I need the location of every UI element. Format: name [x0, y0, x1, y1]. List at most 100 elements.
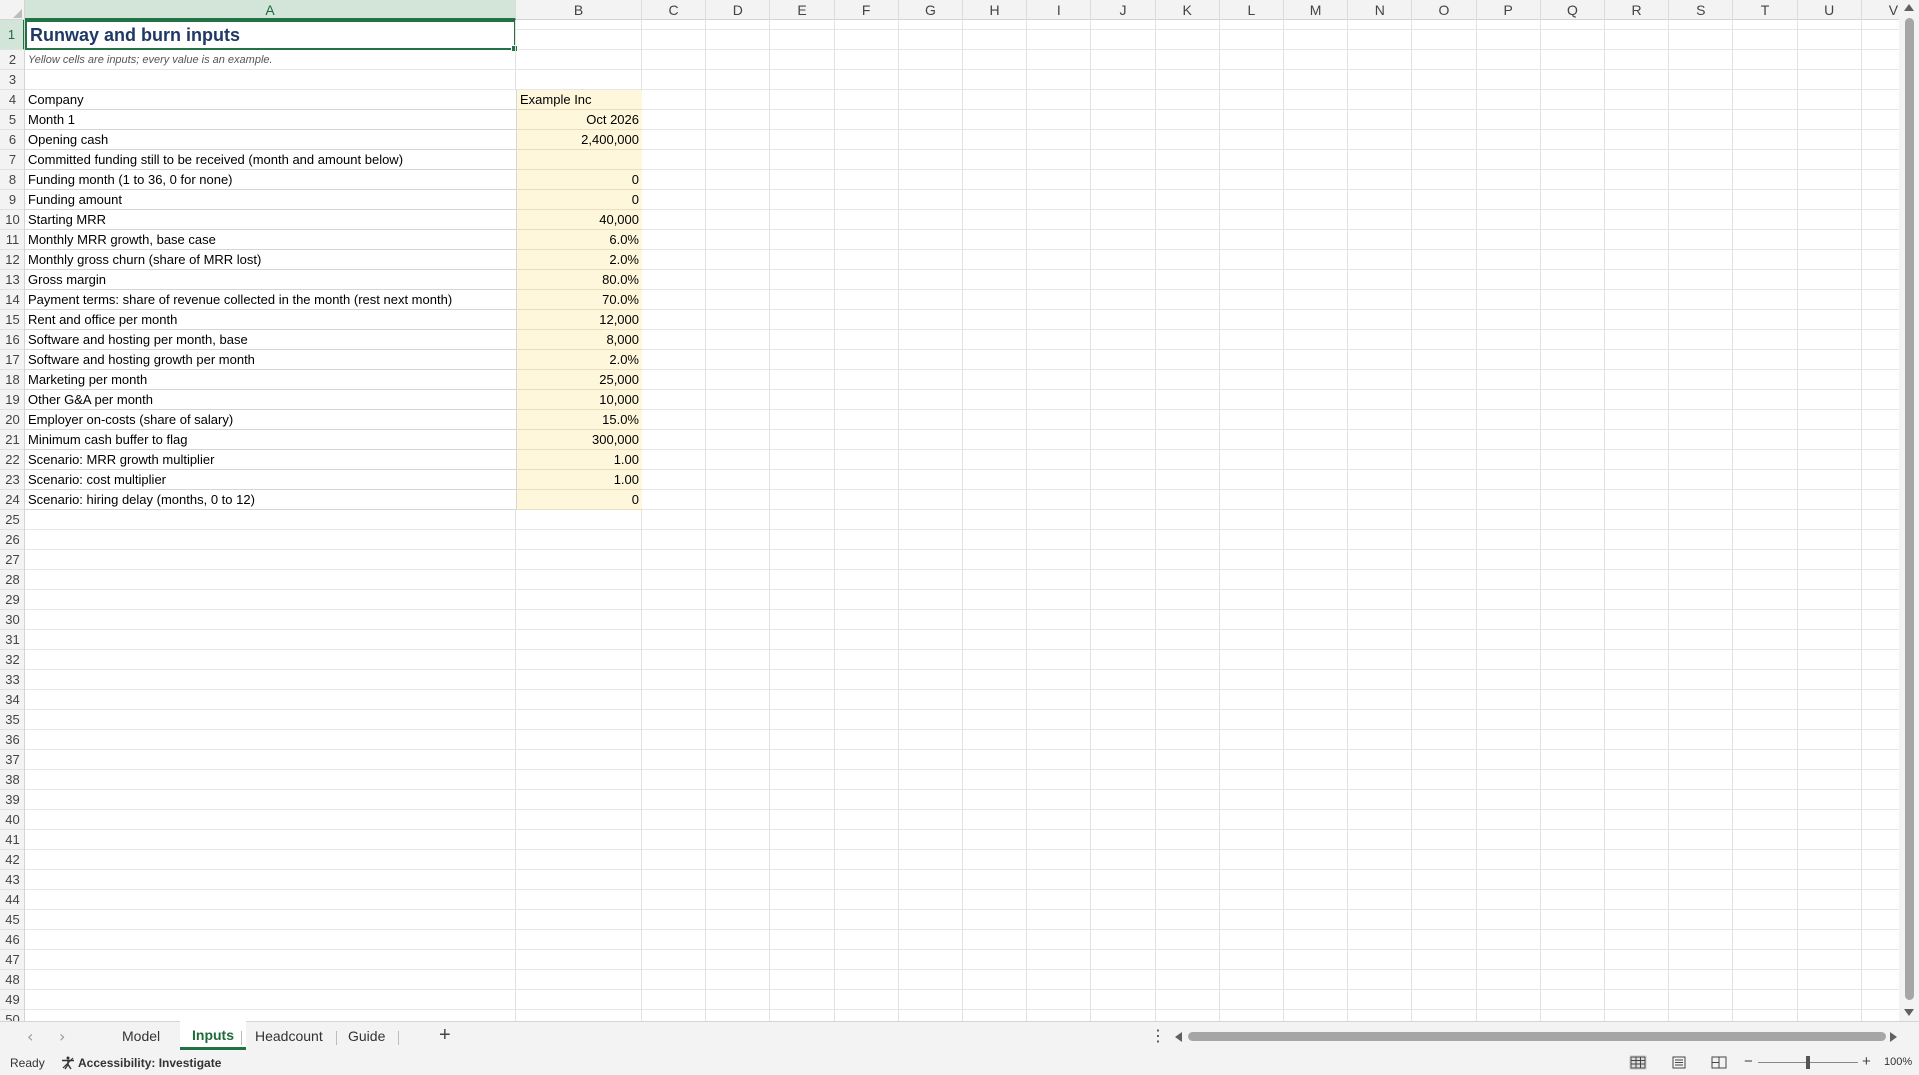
input-value-cell[interactable]: 0: [516, 190, 642, 210]
sheet-title-cell[interactable]: Runway and burn inputs: [25, 20, 518, 52]
column-header-p[interactable]: P: [1477, 0, 1541, 20]
row-header-9[interactable]: 9: [0, 190, 24, 210]
input-value-cell[interactable]: 10,000: [516, 390, 642, 410]
column-header-g[interactable]: G: [899, 0, 963, 20]
input-label-cell[interactable]: Opening cash: [25, 130, 516, 150]
add-sheet-icon[interactable]: +: [439, 1024, 451, 1047]
input-label-cell[interactable]: Monthly MRR growth, base case: [25, 230, 516, 250]
input-value-cell[interactable]: 1.00: [516, 450, 642, 470]
input-value-cell[interactable]: 15.0%: [516, 410, 642, 430]
input-value-cell[interactable]: 12,000: [516, 310, 642, 330]
normal-view-button[interactable]: [1629, 1055, 1647, 1070]
column-header-j[interactable]: J: [1091, 0, 1156, 20]
input-label-cell[interactable]: Rent and office per month: [25, 310, 516, 330]
column-header-a[interactable]: A: [25, 0, 516, 20]
row-header-6[interactable]: 6: [0, 130, 24, 150]
column-header-e[interactable]: E: [770, 0, 835, 20]
zoom-slider[interactable]: [1758, 1056, 1858, 1069]
horizontal-scroll-thumb[interactable]: [1188, 1032, 1886, 1041]
zoom-in-button[interactable]: +: [1862, 1053, 1871, 1070]
scroll-down-arrow-icon[interactable]: [1904, 1009, 1914, 1016]
input-label-cell[interactable]: Minimum cash buffer to flag: [25, 430, 516, 450]
input-value-cell[interactable]: 2,400,000: [516, 130, 642, 150]
input-value-cell[interactable]: 0: [516, 170, 642, 190]
vertical-scroll-thumb[interactable]: [1905, 18, 1914, 1000]
column-header-f[interactable]: F: [835, 0, 899, 20]
column-header-o[interactable]: O: [1412, 0, 1477, 20]
row-header-39[interactable]: 39: [0, 790, 24, 810]
input-label-cell[interactable]: Monthly gross churn (share of MRR lost): [25, 250, 516, 270]
row-header-33[interactable]: 33: [0, 670, 24, 690]
page-break-view-button[interactable]: [1710, 1055, 1728, 1070]
row-header-37[interactable]: 37: [0, 750, 24, 770]
input-label-cell[interactable]: Payment terms: share of revenue collecte…: [25, 290, 516, 310]
row-header-26[interactable]: 26: [0, 530, 24, 550]
column-header-k[interactable]: K: [1156, 0, 1220, 20]
accessibility-checker[interactable]: Accessibility: Investigate: [61, 1056, 221, 1070]
input-value-cell[interactable]: 70.0%: [516, 290, 642, 310]
input-label-cell[interactable]: Funding month (1 to 36, 0 for none): [25, 170, 516, 190]
vertical-scrollbar[interactable]: [1899, 0, 1919, 1021]
row-header-36[interactable]: 36: [0, 730, 24, 750]
row-header-16[interactable]: 16: [0, 330, 24, 350]
more-options-icon[interactable]: ⋮: [1150, 1026, 1166, 1046]
scroll-left-arrow-icon[interactable]: [1175, 1032, 1182, 1042]
row-header-14[interactable]: 14: [0, 290, 24, 310]
input-label-cell[interactable]: Starting MRR: [25, 210, 516, 230]
input-value-cell[interactable]: 300,000: [516, 430, 642, 450]
row-header-17[interactable]: 17: [0, 350, 24, 370]
row-header-27[interactable]: 27: [0, 550, 24, 570]
page-layout-view-button[interactable]: [1670, 1055, 1688, 1070]
column-header-d[interactable]: D: [706, 0, 771, 20]
row-header-11[interactable]: 11: [0, 230, 24, 250]
column-header-m[interactable]: M: [1284, 0, 1349, 20]
row-header-1[interactable]: 1: [0, 20, 24, 50]
scroll-up-arrow-icon[interactable]: [1904, 4, 1914, 11]
row-header-2[interactable]: 2: [0, 50, 24, 70]
row-header-12[interactable]: 12: [0, 250, 24, 270]
row-header-29[interactable]: 29: [0, 590, 24, 610]
input-value-cell[interactable]: [516, 150, 642, 170]
column-header-u[interactable]: U: [1798, 0, 1862, 20]
row-header-42[interactable]: 42: [0, 850, 24, 870]
column-header-t[interactable]: T: [1733, 0, 1798, 20]
column-header-h[interactable]: H: [963, 0, 1028, 20]
row-header-48[interactable]: 48: [0, 970, 24, 990]
input-label-cell[interactable]: Company: [25, 90, 516, 110]
input-label-cell[interactable]: Committed funding still to be received (…: [25, 150, 516, 170]
horizontal-scrollbar[interactable]: [1172, 1028, 1902, 1046]
row-header-24[interactable]: 24: [0, 490, 24, 510]
row-header-15[interactable]: 15: [0, 310, 24, 330]
row-header-41[interactable]: 41: [0, 830, 24, 850]
row-header-43[interactable]: 43: [0, 870, 24, 890]
row-header-13[interactable]: 13: [0, 270, 24, 290]
row-header-3[interactable]: 3: [0, 70, 24, 90]
input-label-cell[interactable]: Employer on-costs (share of salary): [25, 410, 516, 430]
tab-guide[interactable]: Guide: [336, 1022, 397, 1051]
input-value-cell[interactable]: 25,000: [516, 370, 642, 390]
cell-grid[interactable]: Runway and burn inputs Yellow cells are …: [25, 20, 1899, 1021]
input-value-cell[interactable]: 2.0%: [516, 250, 642, 270]
column-header-r[interactable]: R: [1605, 0, 1670, 20]
tab-inputs[interactable]: Inputs: [180, 1021, 246, 1050]
input-label-cell[interactable]: Month 1: [25, 110, 516, 130]
column-header-i[interactable]: I: [1027, 0, 1092, 20]
next-sheet-arrow-icon[interactable]: ›: [59, 1027, 65, 1046]
previous-sheet-arrow-icon[interactable]: ‹: [27, 1027, 33, 1046]
row-header-8[interactable]: 8: [0, 170, 24, 190]
row-header-31[interactable]: 31: [0, 630, 24, 650]
row-header-22[interactable]: 22: [0, 450, 24, 470]
input-label-cell[interactable]: Marketing per month: [25, 370, 516, 390]
column-header-q[interactable]: Q: [1541, 0, 1605, 20]
row-header-28[interactable]: 28: [0, 570, 24, 590]
row-header-38[interactable]: 38: [0, 770, 24, 790]
row-header-23[interactable]: 23: [0, 470, 24, 490]
row-header-44[interactable]: 44: [0, 890, 24, 910]
input-label-cell[interactable]: Other G&A per month: [25, 390, 516, 410]
input-value-cell[interactable]: 80.0%: [516, 270, 642, 290]
row-header-4[interactable]: 4: [0, 90, 24, 110]
row-header-46[interactable]: 46: [0, 930, 24, 950]
zoom-slider-knob[interactable]: [1806, 1056, 1810, 1069]
row-header-47[interactable]: 47: [0, 950, 24, 970]
row-header-19[interactable]: 19: [0, 390, 24, 410]
